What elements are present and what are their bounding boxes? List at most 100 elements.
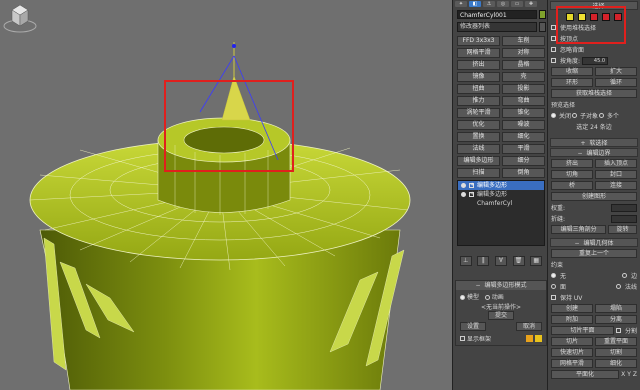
model-radio[interactable] xyxy=(460,295,465,300)
edit-edges-rollout-header[interactable]: − 编辑边界 xyxy=(550,148,638,157)
slice-plane-button[interactable]: 切片平面 xyxy=(551,326,614,335)
chevron-down-icon[interactable] xyxy=(539,22,546,32)
modifier-button[interactable]: 细化 xyxy=(502,132,545,142)
constraint-normal-radio[interactable] xyxy=(615,284,621,289)
grow-button[interactable]: 扩大 xyxy=(595,67,637,76)
modifier-button[interactable]: 壳 xyxy=(502,72,545,82)
lightbulb-icon[interactable] xyxy=(461,192,466,197)
cap-button[interactable]: 封口 xyxy=(595,170,637,179)
planar-z-button[interactable]: Z xyxy=(633,371,637,378)
connect-button[interactable]: 连接 xyxy=(595,181,637,190)
by-angle-checkbox[interactable] xyxy=(551,58,556,63)
modifier-button[interactable]: 镜像 xyxy=(457,72,500,82)
make-unique-icon[interactable]: ∀ xyxy=(494,256,507,266)
modifier-stack[interactable]: + 编辑多边形 + 编辑多边形 ChamferCyl xyxy=(457,180,545,246)
stack-item[interactable]: + 编辑多边形 xyxy=(458,190,544,199)
modifier-button[interactable]: 编辑多边形 xyxy=(457,156,500,166)
by-angle-spinner[interactable]: 45.0 xyxy=(582,56,609,65)
collapse-button[interactable]: 塌陷 xyxy=(595,304,637,313)
make-planar-button[interactable]: 平面化 xyxy=(551,370,620,379)
tab-display[interactable]: ▭ xyxy=(511,1,523,7)
lightbulb-icon[interactable] xyxy=(461,183,466,188)
preview-multi-radio[interactable] xyxy=(599,113,605,118)
perspective-viewport[interactable] xyxy=(0,0,452,390)
attach-button[interactable]: 附加 xyxy=(551,315,593,324)
configure-sets-icon[interactable]: ▦ xyxy=(530,256,543,266)
mesh-smooth-button[interactable]: 网格平滑 xyxy=(551,359,593,368)
modifier-button[interactable]: 挤出 xyxy=(457,60,500,70)
bridge-button[interactable]: 桥 xyxy=(551,181,593,190)
expand-icon[interactable]: + xyxy=(469,192,474,197)
modifier-list-dropdown[interactable]: 修改器列表 xyxy=(457,22,537,32)
modifier-button[interactable]: 投影 xyxy=(502,84,545,94)
detach-button[interactable]: 分离 xyxy=(595,315,637,324)
remove-modifier-icon[interactable]: 🗑 xyxy=(512,256,525,266)
ignore-backfacing-checkbox[interactable] xyxy=(551,47,556,52)
quickslice-button[interactable]: 快速切片 xyxy=(551,348,593,357)
constraint-face-radio[interactable] xyxy=(551,284,556,289)
modifier-button[interactable]: 平滑 xyxy=(502,144,545,154)
stack-item[interactable]: + 编辑多边形 xyxy=(458,181,544,190)
tab-hierarchy[interactable]: ⚓ xyxy=(483,1,495,7)
split-checkbox[interactable] xyxy=(615,328,621,333)
edit-triangulation-button[interactable]: 编辑三角剖分 xyxy=(551,225,607,234)
modifier-button[interactable]: 扫描 xyxy=(457,168,500,178)
create-shape-button[interactable]: 创建图形 xyxy=(551,192,637,201)
modifier-button[interactable]: 细分 xyxy=(502,156,545,166)
chamfer-button[interactable]: 切角 xyxy=(551,170,593,179)
weight-spinner[interactable] xyxy=(611,203,637,212)
show-end-result-icon[interactable]: ‖ xyxy=(477,256,490,266)
modifier-button[interactable]: 晶格 xyxy=(502,60,545,70)
commit-button[interactable]: 提交 xyxy=(487,311,514,320)
cancel-button[interactable]: 取消 xyxy=(515,322,542,331)
crease-spinner[interactable] xyxy=(611,214,637,223)
create-button[interactable]: 创建 xyxy=(551,304,593,313)
tab-create[interactable]: ✦ xyxy=(455,1,467,7)
cut-button[interactable]: 切割 xyxy=(595,348,637,357)
soft-selection-rollout-header[interactable]: + 软选择 xyxy=(550,138,638,147)
repeat-last-button[interactable]: 重复上一个 xyxy=(551,249,637,258)
shrink-button[interactable]: 收缩 xyxy=(551,67,593,76)
modifier-button[interactable]: FFD 3x3x3 xyxy=(457,36,500,46)
edit-geometry-rollout-header[interactable]: − 编辑几何体 xyxy=(550,238,638,247)
reset-plane-button[interactable]: 重置平面 xyxy=(595,337,637,346)
preserve-uv-checkbox[interactable] xyxy=(551,295,556,300)
modifier-button[interactable]: 置换 xyxy=(457,132,500,142)
preview-subobject-radio[interactable] xyxy=(572,113,578,118)
get-stack-selection-button[interactable]: 获取堆栈选择 xyxy=(551,89,637,98)
extrude-button[interactable]: 挤出 xyxy=(551,159,593,168)
ring-button[interactable]: 环形 xyxy=(551,78,593,87)
object-color-swatch[interactable] xyxy=(539,10,546,19)
show-cage-checkbox[interactable] xyxy=(460,335,465,341)
modifier-button[interactable]: 网格平滑 xyxy=(457,48,500,58)
modifier-button[interactable]: 锥化 xyxy=(502,108,545,118)
modifier-button[interactable]: 法线 xyxy=(457,144,500,154)
pin-stack-icon[interactable]: ⊥ xyxy=(459,256,472,266)
modifier-button[interactable]: 噪波 xyxy=(502,120,545,130)
insert-vertex-button[interactable]: 插入顶点 xyxy=(595,159,637,168)
tessellate-button[interactable]: 细化 xyxy=(595,359,637,368)
view-cube-icon[interactable] xyxy=(0,0,40,36)
settings-button[interactable]: 设置 xyxy=(460,322,487,331)
animate-radio[interactable] xyxy=(484,295,490,300)
loop-button[interactable]: 循环 xyxy=(595,78,637,87)
tab-utilities[interactable]: ✚ xyxy=(525,1,537,7)
modifier-button[interactable]: 推力 xyxy=(457,96,500,106)
slice-button[interactable]: 切片 xyxy=(551,337,593,346)
tab-modify[interactable]: ◧ xyxy=(469,1,481,7)
modifier-button[interactable]: 涡轮平滑 xyxy=(457,108,500,118)
preview-off-radio[interactable] xyxy=(551,113,556,118)
modifier-button[interactable]: 弯曲 xyxy=(502,96,545,106)
cage-selected-color-swatch[interactable] xyxy=(535,334,542,342)
cage-color-swatch[interactable] xyxy=(526,334,534,342)
constraint-none-radio[interactable] xyxy=(551,273,556,278)
planar-y-button[interactable]: Y xyxy=(627,371,631,378)
modifier-button[interactable]: 对称 xyxy=(502,48,545,58)
modifier-button[interactable]: 扭曲 xyxy=(457,84,500,94)
modifier-button[interactable]: 车削 xyxy=(502,36,545,46)
rollout-header[interactable]: − 编辑多边形模式 xyxy=(456,281,546,290)
planar-x-button[interactable]: X xyxy=(621,371,625,378)
tab-motion[interactable]: ◎ xyxy=(497,1,509,7)
stack-item[interactable]: ChamferCyl xyxy=(458,199,544,208)
rotate-button[interactable]: 旋转 xyxy=(608,225,637,234)
